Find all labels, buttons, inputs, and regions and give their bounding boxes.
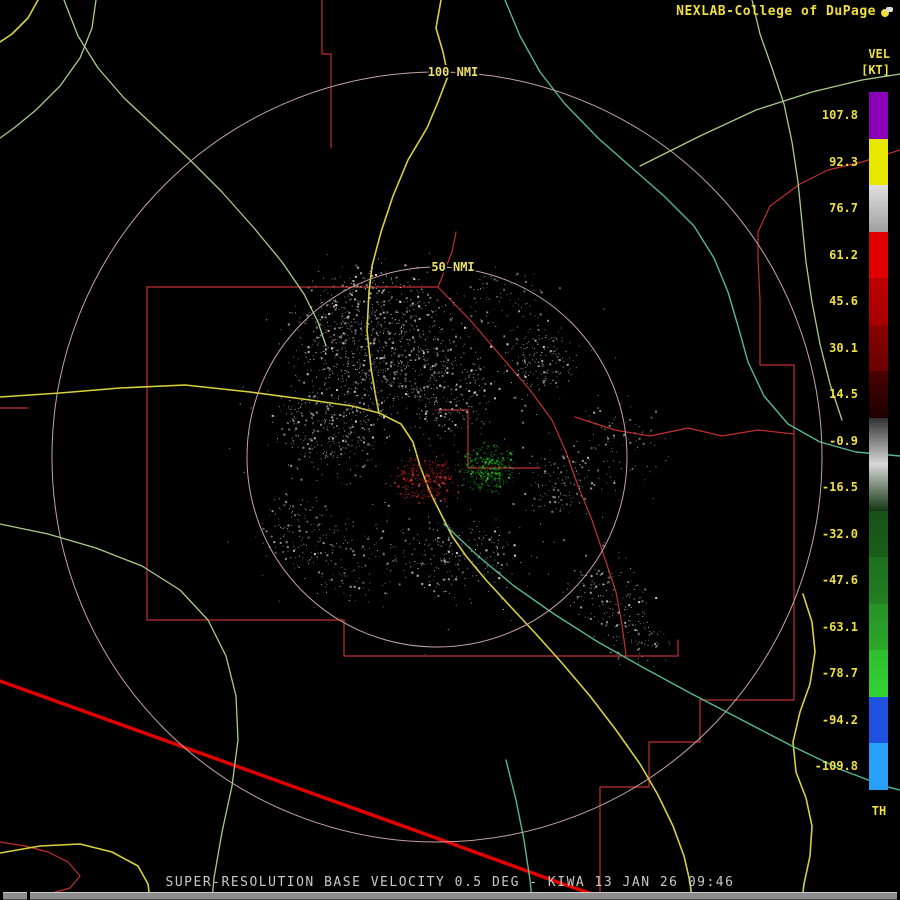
scrollbar-left-button[interactable] xyxy=(3,892,27,900)
colorbar-segment xyxy=(869,92,888,139)
colorbar-segment xyxy=(869,185,888,232)
international-border xyxy=(0,679,612,900)
highways-yellow xyxy=(0,0,816,900)
site-title: NEXLAB-College of DuPage xyxy=(676,4,876,19)
colorbar-segment xyxy=(869,557,888,604)
velocity-echoes xyxy=(227,252,671,667)
colorbar-segment xyxy=(869,278,888,325)
colorbar-segment xyxy=(869,510,888,557)
range-ring-label: 50 NMI xyxy=(431,260,474,274)
scrollbar-track[interactable] xyxy=(30,892,897,900)
status-text: SUPER-RESOLUTION BASE VELOCITY 0.5 DEG -… xyxy=(165,875,735,890)
colorbar-segment xyxy=(869,650,888,697)
colorbar-th-label: TH xyxy=(871,804,887,818)
horizontal-scrollbar[interactable] xyxy=(0,892,900,900)
colorbar xyxy=(869,92,888,790)
range-ring-label: 100 NMI xyxy=(428,65,479,79)
colorbar-segment xyxy=(869,464,888,511)
highways-pale-green xyxy=(0,0,900,900)
colorbar-unit-vel: VEL xyxy=(868,47,890,61)
header: NEXLAB-College of DuPage xyxy=(676,4,894,19)
radar-map: 100 NMI 50 NMI xyxy=(0,0,900,900)
cod-logo-icon xyxy=(880,4,894,19)
colorbar-segment xyxy=(869,138,888,185)
colorbar-segment xyxy=(869,417,888,464)
colorbar-unit-label: VEL [KT] xyxy=(861,46,890,78)
colorbar-segment xyxy=(869,324,888,371)
colorbar-unit-kt: [KT] xyxy=(861,63,890,77)
county-borders xyxy=(0,0,900,900)
radar-display: 100 NMI 50 NMI NEXLAB-College of DuPage V… xyxy=(0,0,900,900)
colorbar-segment xyxy=(869,696,888,743)
colorbar-segment xyxy=(869,231,888,278)
colorbar-segment xyxy=(869,371,888,418)
colorbar-segment xyxy=(869,743,888,790)
colorbar-segment xyxy=(869,603,888,650)
highways-green xyxy=(443,0,900,900)
